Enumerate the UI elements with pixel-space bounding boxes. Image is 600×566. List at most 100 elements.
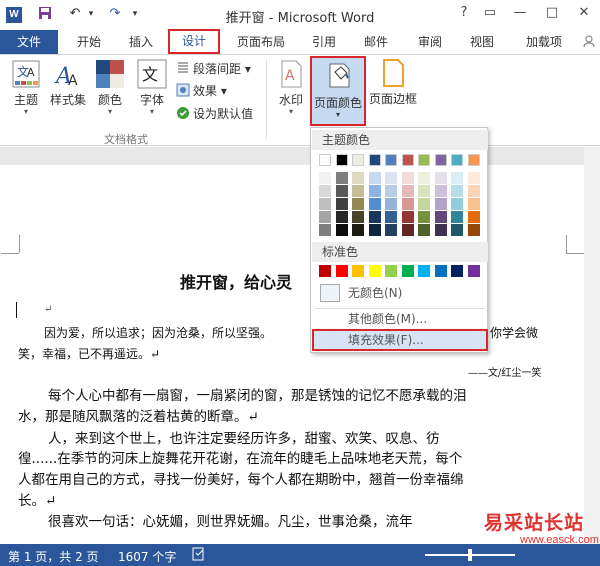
watermark-button[interactable]: A 水印 ▾ <box>274 59 308 116</box>
color-swatch[interactable] <box>451 198 463 210</box>
color-swatch[interactable] <box>418 211 430 223</box>
color-swatch[interactable] <box>434 224 447 236</box>
color-swatch[interactable] <box>467 265 480 277</box>
color-swatch[interactable] <box>385 198 397 210</box>
color-swatch[interactable] <box>401 211 414 223</box>
color-swatch[interactable] <box>418 265 430 277</box>
color-swatch[interactable] <box>335 154 348 166</box>
color-swatch[interactable] <box>401 185 414 197</box>
color-swatch[interactable] <box>352 265 364 277</box>
color-swatch[interactable] <box>467 198 480 210</box>
color-swatch[interactable] <box>319 211 331 223</box>
color-swatch[interactable] <box>335 265 348 277</box>
color-swatch[interactable] <box>368 154 381 166</box>
color-swatch[interactable] <box>385 211 397 223</box>
color-swatch[interactable] <box>401 154 414 166</box>
ribbon-display-button[interactable]: ▭ <box>480 5 500 20</box>
minimize-button[interactable]: — <box>510 5 530 20</box>
style-set-button[interactable]: A A 样式集 <box>48 59 88 108</box>
color-swatch[interactable] <box>451 154 463 166</box>
color-swatch[interactable] <box>352 198 364 210</box>
color-swatch[interactable] <box>368 198 381 210</box>
color-swatch[interactable] <box>368 172 381 184</box>
tab-mailings[interactable]: 邮件 <box>354 30 398 54</box>
color-swatch[interactable] <box>467 172 480 184</box>
tab-home[interactable]: 开始 <box>66 30 112 54</box>
color-swatch[interactable] <box>319 172 331 184</box>
color-swatch[interactable] <box>368 224 381 236</box>
color-swatch[interactable] <box>434 265 447 277</box>
user-icon[interactable] <box>582 34 598 50</box>
fonts-button[interactable]: 文 字体 ▾ <box>132 59 172 116</box>
tab-addins[interactable]: 加载项 <box>514 30 574 54</box>
zoom-slider-thumb[interactable] <box>468 549 472 561</box>
color-swatch[interactable] <box>451 172 463 184</box>
more-colors-item[interactable]: 其他颜色(M)... <box>312 308 488 330</box>
close-button[interactable]: ✕ <box>574 5 594 20</box>
color-swatch[interactable] <box>467 211 480 223</box>
color-swatch[interactable] <box>418 224 430 236</box>
color-swatch[interactable] <box>418 154 430 166</box>
color-swatch[interactable] <box>434 211 447 223</box>
no-color-item[interactable]: 无颜色(N) <box>312 280 488 306</box>
color-swatch[interactable] <box>352 172 364 184</box>
color-swatch[interactable] <box>385 265 397 277</box>
color-swatch[interactable] <box>352 154 364 166</box>
color-swatch[interactable] <box>451 265 463 277</box>
color-swatch[interactable] <box>335 185 348 197</box>
color-swatch[interactable] <box>335 224 348 236</box>
word-count[interactable]: 1607 个字 <box>118 548 176 565</box>
help-button[interactable]: ? <box>454 5 474 20</box>
color-swatch[interactable] <box>319 198 331 210</box>
effects-button[interactable]: 效果 ▾ <box>176 82 227 100</box>
color-swatch[interactable] <box>467 154 480 166</box>
color-swatch[interactable] <box>418 185 430 197</box>
tab-page-layout[interactable]: 页面布局 <box>228 30 294 54</box>
tab-view[interactable]: 视图 <box>460 30 504 54</box>
tab-references[interactable]: 引用 <box>302 30 346 54</box>
color-swatch[interactable] <box>385 224 397 236</box>
color-swatch[interactable] <box>418 198 430 210</box>
color-swatch[interactable] <box>385 154 397 166</box>
page-color-button[interactable]: 页面颜色 ▾ <box>310 56 366 126</box>
tab-insert[interactable]: 插入 <box>118 30 164 54</box>
fill-effects-item[interactable]: 填充效果(F)... <box>312 329 488 351</box>
color-swatch[interactable] <box>368 265 381 277</box>
color-swatch[interactable] <box>434 172 447 184</box>
color-swatch[interactable] <box>319 265 331 277</box>
color-swatch[interactable] <box>451 224 463 236</box>
color-swatch[interactable] <box>401 198 414 210</box>
color-swatch[interactable] <box>368 185 381 197</box>
color-swatch[interactable] <box>319 224 331 236</box>
color-swatch[interactable] <box>352 211 364 223</box>
tab-design[interactable]: 设计 <box>168 29 220 54</box>
color-swatch[interactable] <box>434 154 447 166</box>
color-swatch[interactable] <box>335 172 348 184</box>
color-swatch[interactable] <box>451 211 463 223</box>
set-default-button[interactable]: 设为默认值 <box>176 105 253 123</box>
vertical-scrollbar[interactable] <box>584 147 600 544</box>
color-swatch[interactable] <box>368 211 381 223</box>
colors-button[interactable]: 颜色 ▾ <box>90 59 130 116</box>
color-swatch[interactable] <box>434 198 447 210</box>
color-swatch[interactable] <box>467 224 480 236</box>
color-swatch[interactable] <box>385 172 397 184</box>
restore-button[interactable]: □ <box>542 5 562 20</box>
color-swatch[interactable] <box>467 185 480 197</box>
color-swatch[interactable] <box>418 172 430 184</box>
color-swatch[interactable] <box>319 154 331 166</box>
tab-review[interactable]: 审阅 <box>408 30 452 54</box>
color-swatch[interactable] <box>385 185 397 197</box>
paragraph-spacing-button[interactable]: 段落间距 ▾ <box>176 60 251 78</box>
color-swatch[interactable] <box>335 211 348 223</box>
color-swatch[interactable] <box>401 265 414 277</box>
color-swatch[interactable] <box>352 224 364 236</box>
page-count[interactable]: 第 1 页，共 2 页 <box>8 548 99 565</box>
theme-button[interactable]: 文 A 主题 ▾ <box>6 59 46 116</box>
color-swatch[interactable] <box>335 198 348 210</box>
color-swatch[interactable] <box>352 185 364 197</box>
tab-file[interactable]: 文件 <box>0 30 58 54</box>
proofing-icon[interactable] <box>192 547 206 564</box>
color-swatch[interactable] <box>451 185 463 197</box>
color-swatch[interactable] <box>319 185 331 197</box>
